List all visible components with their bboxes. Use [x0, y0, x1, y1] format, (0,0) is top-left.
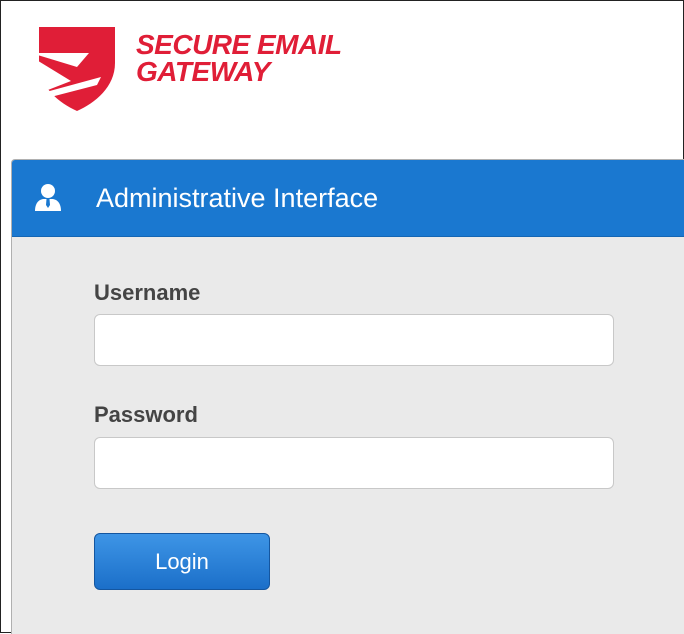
username-input[interactable] — [94, 314, 614, 366]
logo-line-1: SECURE EMAIL — [136, 29, 342, 60]
user-icon — [35, 184, 61, 211]
panel-title: Administrative Interface — [96, 183, 379, 213]
panel-header: Administrative Interface — [12, 160, 684, 237]
username-label: Username — [94, 280, 201, 305]
shield-envelope-icon — [31, 27, 115, 111]
logo-wordmark: SECURE EMAIL GATEWAY — [136, 29, 342, 87]
login-button[interactable]: Login — [94, 533, 270, 590]
logo-line-2: GATEWAY — [136, 56, 270, 87]
password-input[interactable] — [94, 437, 614, 489]
login-panel: Administrative Interface Username Passwo… — [11, 159, 684, 634]
login-page: SECURE EMAIL GATEWAY Administrative Inte… — [0, 0, 684, 634]
password-label: Password — [94, 402, 198, 427]
secure-email-gateway-logo: SECURE EMAIL GATEWAY — [31, 23, 391, 113]
